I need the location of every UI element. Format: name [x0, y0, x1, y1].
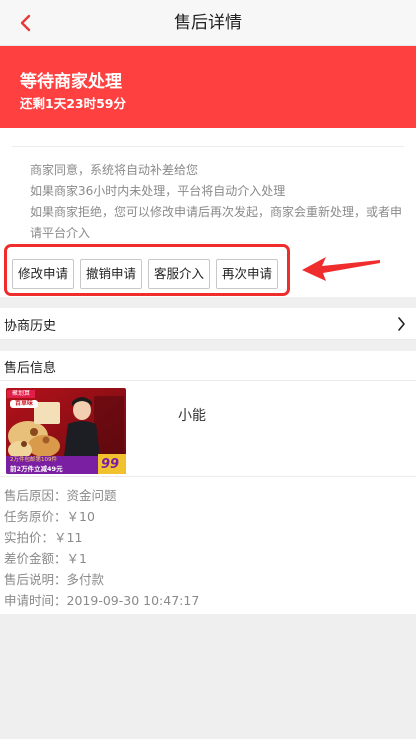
field-value: 多付款: [66, 572, 105, 587]
field-value: ￥1: [66, 551, 87, 566]
field-value: ￥10: [66, 509, 95, 524]
field-value: 2019-09-30 10:47:17: [66, 593, 200, 608]
negotiation-history-label: 协商历史: [4, 319, 57, 334]
product-row[interactable]: 聚划算 百草味 2万件包邮第109件 前2万件立减49元 99 小能: [0, 381, 416, 475]
section-divider: [0, 340, 416, 351]
back-button[interactable]: [10, 8, 40, 38]
notice-text: 商家同意，系统将自动补差给您 如果商家36小时内未处理，平台将自动介入处理 如果…: [12, 146, 404, 244]
thumb-promo-price: 99: [101, 457, 120, 472]
product-thumbnail[interactable]: 聚划算 百草味 2万件包邮第109件 前2万件立减49元 99: [6, 388, 126, 474]
aftersale-reason: 售后原因：资金问题: [4, 485, 416, 506]
modify-request-button[interactable]: 修改申请: [12, 259, 74, 289]
annotation-arrow-icon: [302, 257, 380, 281]
cancel-request-button[interactable]: 撤销申请: [80, 259, 142, 289]
field-label: 售后说明：: [4, 572, 67, 587]
notice-line: 如果商家拒绝，您可以修改申请后再次发起，商家会重新处理，或者申: [30, 205, 403, 219]
reapply-button[interactable]: 再次申请: [216, 259, 278, 289]
aftersale-info-list: 售后原因：资金问题 任务原价：￥10 实拍价：￥11 差价金额：￥1 售后说明：…: [0, 476, 416, 614]
aftersale-description: 售后说明：多付款: [4, 569, 416, 590]
navbar: 售后详情: [0, 0, 416, 46]
original-price: 任务原价：￥10: [4, 506, 416, 527]
section-divider: [0, 297, 416, 308]
page-background: [0, 614, 416, 739]
field-label: 实拍价：: [4, 530, 55, 545]
chevron-left-icon: [20, 14, 31, 32]
price-difference: 差价金额：￥1: [4, 548, 416, 569]
thumb-promo-line1: 2万件包邮第109件: [10, 457, 57, 463]
notice-line: 如果商家36小时内未处理，平台将自动介入处理: [30, 184, 286, 198]
field-label: 任务原价：: [4, 509, 67, 524]
page-title: 售后详情: [174, 13, 242, 33]
request-time: 申请时间：2019-09-30 10:47:17: [4, 590, 416, 611]
field-label: 差价金额：: [4, 551, 67, 566]
aftersale-section-title: 售后信息: [4, 361, 57, 376]
actual-price: 实拍价：￥11: [4, 527, 416, 548]
shop-name: 小能: [178, 408, 206, 424]
status-title: 等待商家处理: [20, 72, 122, 92]
action-buttons-highlight: 修改申请 撤销申请 客服介入 再次申请: [4, 244, 290, 296]
notice-line: 请平台介入: [30, 226, 91, 240]
customer-service-button[interactable]: 客服介入: [148, 259, 210, 289]
thumb-brand-main: 百草味: [14, 400, 33, 407]
aftersale-section-header: 售后信息: [0, 351, 416, 381]
field-label: 申请时间：: [4, 593, 67, 608]
chevron-right-icon: [398, 317, 405, 331]
field-label: 售后原因：: [4, 488, 67, 503]
negotiation-history-row[interactable]: 协商历史: [0, 308, 416, 340]
field-value: ￥11: [54, 530, 83, 545]
thumb-promo-line2: 前2万件立减49元: [10, 465, 63, 473]
field-value: 资金问题: [66, 488, 117, 503]
thumb-brand-small: 聚划算: [11, 390, 30, 397]
notice-line: 商家同意，系统将自动补差给您: [30, 163, 199, 177]
status-banner: 等待商家处理 还剩1天23时59分: [0, 46, 416, 128]
status-countdown: 还剩1天23时59分: [20, 96, 126, 111]
